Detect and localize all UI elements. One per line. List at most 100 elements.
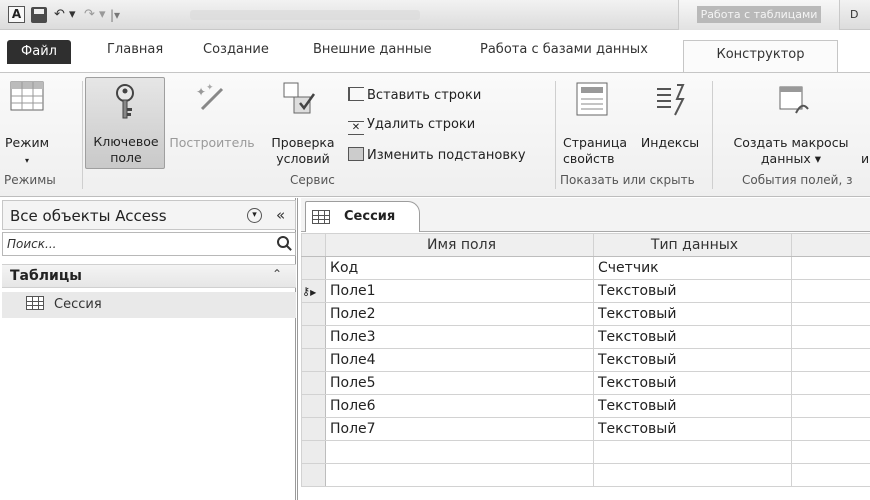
grid-header-row: Имя поля Тип данных xyxy=(301,233,870,257)
delete-rows-button[interactable]: ✕ Удалить строки xyxy=(348,117,475,135)
nav-pane-header[interactable]: Все объекты Access ▾ « xyxy=(2,200,296,230)
table-row[interactable]: ⚷▶ Поле1 Текстовый xyxy=(301,279,870,303)
data-type-cell[interactable]: Текстовый xyxy=(593,279,792,303)
title-bar: A ↶ ▾ ↷ ▾ |▾ Работа с таблицами D xyxy=(0,0,870,30)
column-header-description[interactable] xyxy=(791,233,870,257)
column-header-field-name[interactable]: Имя поля xyxy=(325,233,594,257)
row-selector[interactable] xyxy=(301,256,326,280)
tab-create[interactable]: Создание xyxy=(203,42,269,57)
empty-cell[interactable] xyxy=(325,440,594,464)
insert-rows-label: Вставить строки xyxy=(367,88,482,103)
tab-database-tools[interactable]: Работа с базами данных xyxy=(480,42,648,57)
row-selector[interactable] xyxy=(301,371,326,395)
tab-home[interactable]: Главная xyxy=(107,42,163,57)
save-icon[interactable] xyxy=(31,7,47,23)
empty-cell[interactable] xyxy=(325,463,594,487)
primary-key-icon: ⚷ xyxy=(302,284,311,298)
empty-cell[interactable] xyxy=(593,463,792,487)
data-type-cell[interactable]: Текстовый xyxy=(593,348,792,372)
empty-cell[interactable] xyxy=(791,463,870,487)
document-tab-session[interactable]: Сессия xyxy=(305,201,420,232)
field-name-cell[interactable]: Код xyxy=(325,256,594,280)
description-cell[interactable] xyxy=(791,302,870,326)
empty-row[interactable] xyxy=(301,440,870,464)
description-cell[interactable] xyxy=(791,417,870,441)
search-input[interactable] xyxy=(3,233,271,255)
table-row[interactable]: Поле7 Текстовый xyxy=(301,417,870,441)
description-cell[interactable] xyxy=(791,256,870,280)
row-selector[interactable] xyxy=(301,325,326,349)
row-selector[interactable] xyxy=(301,417,326,441)
primary-key-label: Ключевое поле xyxy=(93,134,159,165)
group-label-views: Режимы xyxy=(4,173,56,187)
customize-quick-access-icon[interactable]: |▾ xyxy=(110,7,120,23)
search-icon[interactable] xyxy=(277,236,289,248)
property-sheet-button[interactable]: Страница свойств xyxy=(563,135,627,167)
field-name-cell[interactable]: Поле5 xyxy=(325,371,594,395)
field-name-cell[interactable]: Поле6 xyxy=(325,394,594,418)
document-tab-label: Сессия xyxy=(344,209,396,224)
validation-button[interactable]: Проверка условий xyxy=(264,135,342,167)
table-design-grid: Имя поля Тип данных Код Счетчик ⚷▶ Поле1 Тек… xyxy=(301,233,870,487)
ribbon-tabs: Файл Главная Создание Внешние данные Раб… xyxy=(0,30,870,76)
field-name-cell[interactable]: Поле4 xyxy=(325,348,594,372)
collapse-pane-icon[interactable]: « xyxy=(276,206,285,224)
description-cell[interactable] xyxy=(791,394,870,418)
access-app-icon[interactable]: A xyxy=(8,6,25,23)
empty-row[interactable] xyxy=(301,463,870,487)
table-row[interactable]: Поле6 Текстовый xyxy=(301,394,870,418)
insert-rows-button[interactable]: Вставить строки xyxy=(348,87,481,103)
row-selector[interactable] xyxy=(301,394,326,418)
row-selector[interactable] xyxy=(301,302,326,326)
row-selector[interactable] xyxy=(301,348,326,372)
ribbon: Режим ▾ Режимы Ключевое поле ✦ ✦ Построит… xyxy=(0,72,870,197)
tab-designer[interactable]: Конструктор xyxy=(683,40,838,76)
table-row[interactable]: Код Счетчик xyxy=(301,256,870,280)
field-name-cell[interactable]: Поле1 xyxy=(325,279,594,303)
tab-file[interactable]: Файл xyxy=(7,40,71,64)
column-header-data-type[interactable]: Тип данных xyxy=(593,233,792,257)
nav-item-table[interactable]: Сессия xyxy=(2,292,296,318)
data-type-cell[interactable]: Текстовый xyxy=(593,417,792,441)
nav-group-header-tables[interactable]: Таблицы ⌃ xyxy=(2,264,296,288)
description-cell[interactable] xyxy=(791,371,870,395)
create-data-macros-button[interactable]: Создать макросы данных ▾ xyxy=(722,135,860,167)
empty-cell[interactable] xyxy=(791,440,870,464)
description-cell[interactable] xyxy=(791,325,870,349)
grid-corner[interactable] xyxy=(301,233,326,257)
indexes-icon xyxy=(657,84,685,116)
builder-button[interactable]: Построитель xyxy=(163,135,261,151)
table-row[interactable]: Поле4 Текстовый xyxy=(301,348,870,372)
primary-key-button[interactable]: Ключевое поле xyxy=(85,77,165,169)
undo-icon[interactable]: ↶ ▾ xyxy=(54,7,76,23)
data-macros-icon xyxy=(779,86,809,114)
data-type-cell[interactable]: Текстовый xyxy=(593,302,792,326)
chevron-up-double-icon[interactable]: ⌃ xyxy=(272,267,282,281)
row-selector[interactable] xyxy=(301,463,326,487)
table-row[interactable]: Поле2 Текстовый xyxy=(301,302,870,326)
modify-lookups-button[interactable]: Изменить подстановку xyxy=(348,147,526,163)
data-type-cell[interactable]: Текстовый xyxy=(593,325,792,349)
group-label-field-events: События полей, з xyxy=(742,173,853,187)
field-name-cell[interactable]: Поле2 xyxy=(325,302,594,326)
data-type-cell[interactable]: Текстовый xyxy=(593,371,792,395)
tab-external-data[interactable]: Внешние данные xyxy=(313,42,432,57)
data-type-cell[interactable]: Счетчик xyxy=(593,256,792,280)
indexes-button[interactable]: Индексы xyxy=(633,135,707,151)
chevron-down-icon[interactable]: ▾ xyxy=(247,208,262,223)
description-cell[interactable] xyxy=(791,348,870,372)
redo-icon[interactable]: ↷ ▾ xyxy=(84,7,106,23)
data-type-cell[interactable]: Текстовый xyxy=(593,394,792,418)
truncated-button-label: и xyxy=(860,151,870,166)
row-selector[interactable] xyxy=(301,440,326,464)
table-row[interactable]: Поле3 Текстовый xyxy=(301,325,870,349)
view-mode-button[interactable]: Режим ▾ xyxy=(2,135,52,169)
description-cell[interactable] xyxy=(791,279,870,303)
table-icon xyxy=(26,296,44,310)
field-name-cell[interactable]: Поле7 xyxy=(325,417,594,441)
row-selector[interactable]: ⚷▶ xyxy=(301,279,326,303)
lookup-grid-icon xyxy=(348,147,364,161)
table-row[interactable]: Поле5 Текстовый xyxy=(301,371,870,395)
field-name-cell[interactable]: Поле3 xyxy=(325,325,594,349)
empty-cell[interactable] xyxy=(593,440,792,464)
